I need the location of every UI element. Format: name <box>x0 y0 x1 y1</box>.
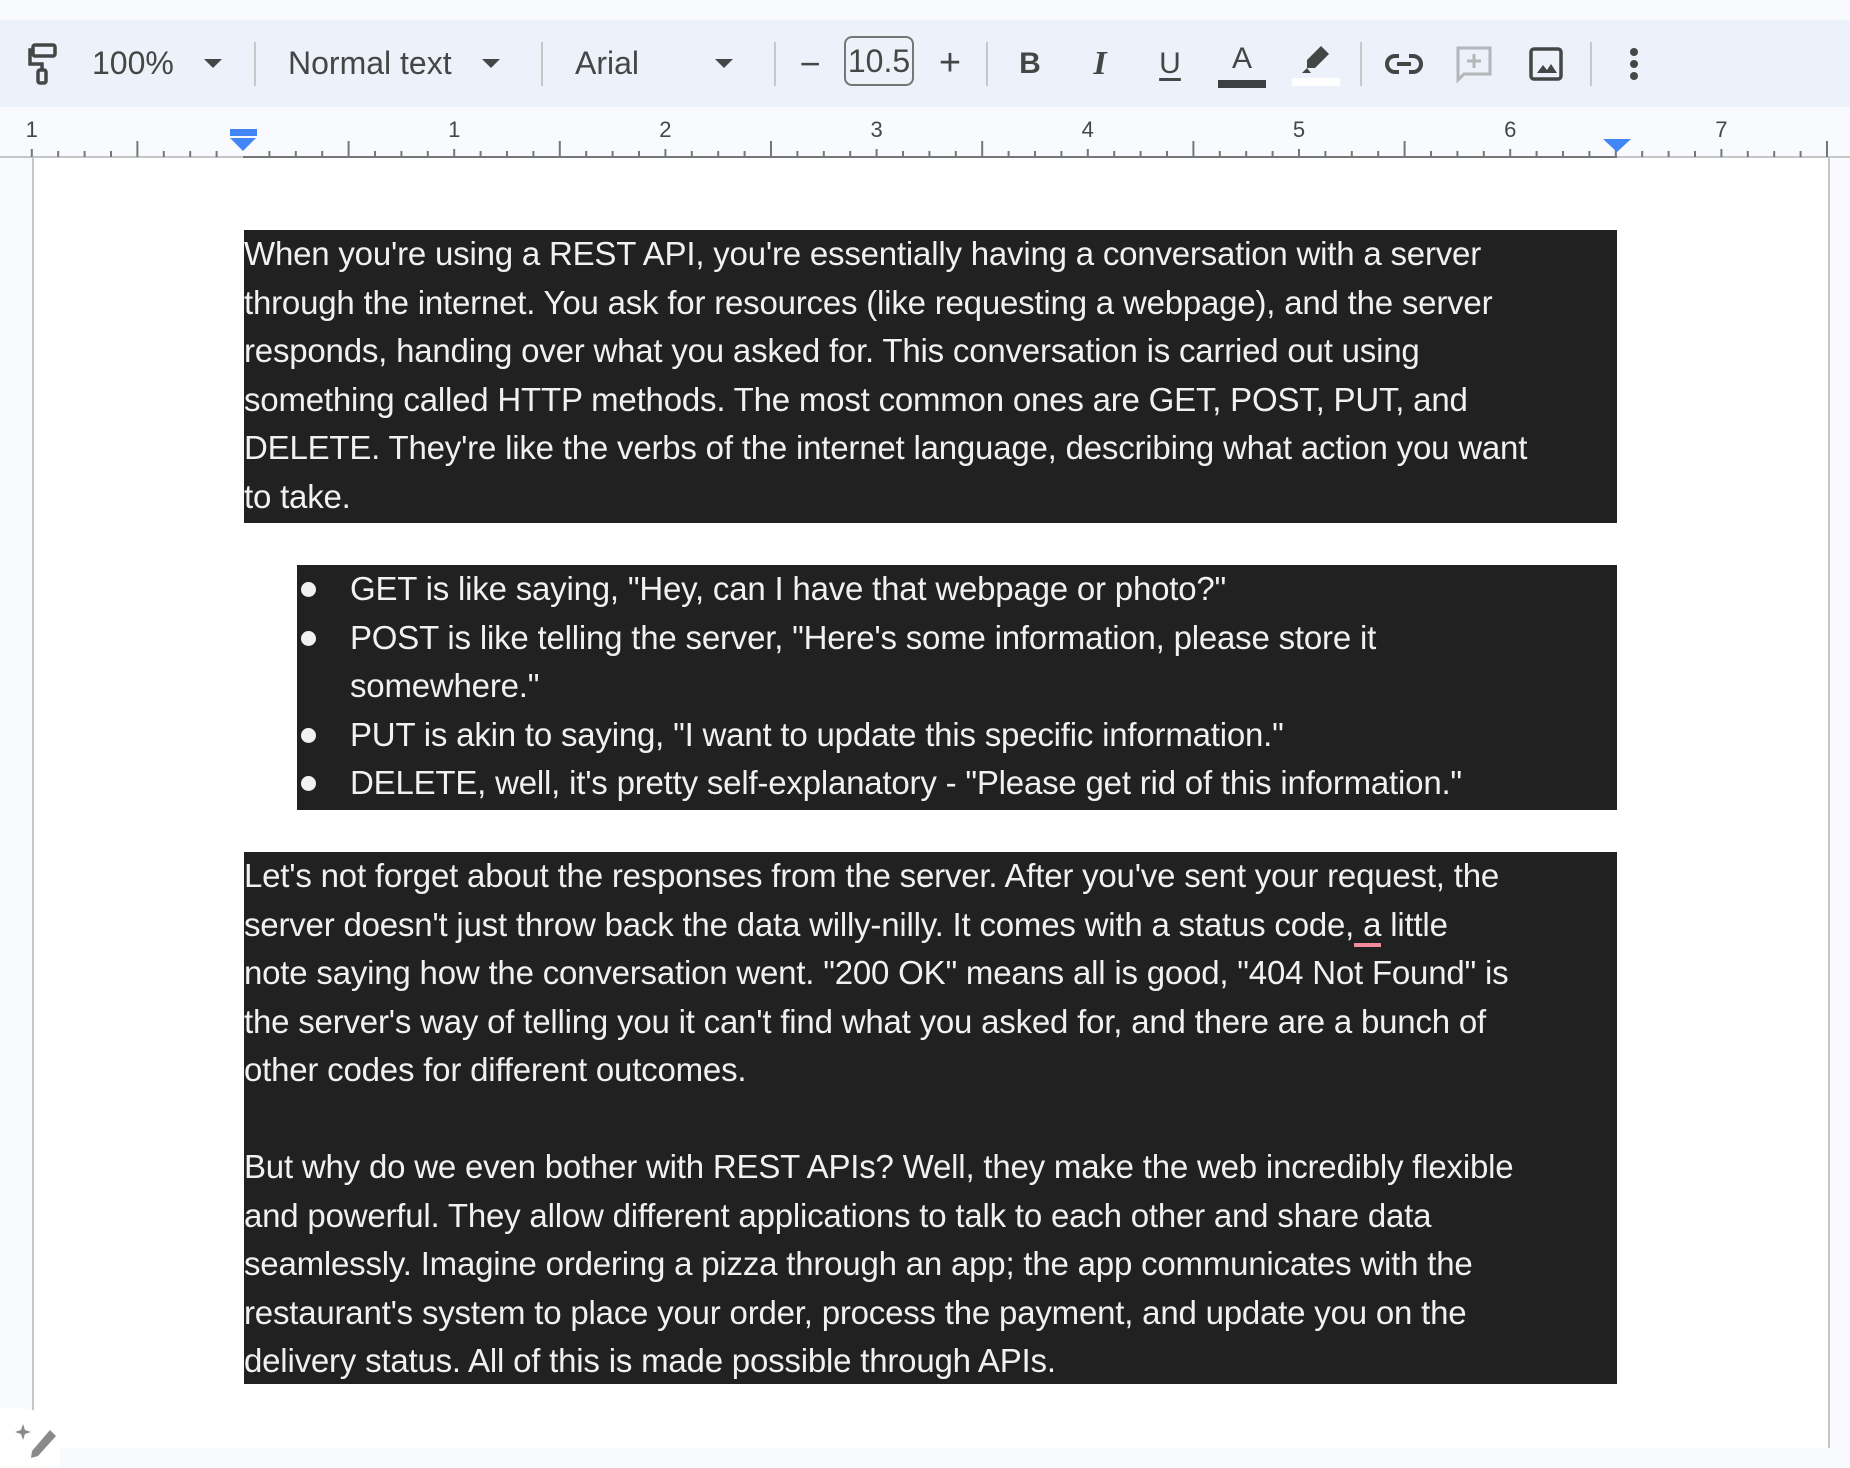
ruler-label: 1 <box>448 117 460 142</box>
highlight-color-button[interactable] <box>1290 20 1342 107</box>
style-value: Normal text <box>288 45 452 81</box>
http-methods-list[interactable]: GET is like saying, "Hey, can I have tha… <box>297 565 1617 810</box>
highlight-color-swatch <box>1292 77 1340 86</box>
bullet-icon <box>301 582 316 597</box>
list-item-text: somewhere." <box>350 667 540 704</box>
font-family-select[interactable]: Arial <box>575 20 745 107</box>
text-color-swatch <box>1218 79 1266 88</box>
text-line: restaurant's system to place your order,… <box>244 1293 1467 1331</box>
ruler-label: 1 <box>26 117 38 142</box>
text-line: Let's not forget about the responses fro… <box>244 857 1500 894</box>
more-options-button[interactable] <box>1612 20 1656 107</box>
text-line: But why do we even bother with REST APIs… <box>244 1148 1514 1185</box>
horizontal-ruler[interactable]: 1 1 2 3 4 5 6 7 <box>0 107 1850 158</box>
increase-font-size-button[interactable]: + <box>930 20 970 107</box>
text-span: little <box>1381 905 1448 943</box>
more-vert-icon <box>1630 47 1638 80</box>
chevron-down-icon <box>481 59 500 68</box>
sparkle-pen-icon <box>15 1424 56 1458</box>
ruler-label: 3 <box>870 117 882 142</box>
text-color-icon: A <box>1231 41 1252 75</box>
text-line: seamlessly. Imagine ordering a pizza thr… <box>244 1245 1473 1282</box>
bullet-icon <box>301 630 316 646</box>
font-size-input[interactable]: 10.5 <box>844 36 914 86</box>
formatting-toolbar: 100% Normal text Arial − 10.5 + B I U A <box>0 20 1850 107</box>
paragraph-style-select[interactable]: Normal text <box>288 20 513 107</box>
list-item: POST is like telling the server, "Here's… <box>297 614 1617 711</box>
highlighter-icon <box>1302 45 1329 73</box>
ruler-scale: 1 1 2 3 4 5 6 7 <box>0 117 1850 158</box>
first-line-indent-icon <box>230 129 257 136</box>
left-indent-marker[interactable] <box>230 129 257 157</box>
decrease-font-size-button[interactable]: − <box>792 20 828 107</box>
top-strip <box>0 0 1850 20</box>
toolbar-divider <box>1590 42 1592 86</box>
text-line: responds, handing over what you asked fo… <box>244 332 1420 369</box>
underline-icon: U <box>1159 46 1181 80</box>
list-item-text: PUT is akin to saying, "I want to update… <box>350 715 1284 753</box>
paint-roller-icon <box>28 42 57 85</box>
link-icon <box>1385 53 1423 74</box>
font-size-value: 10.5 <box>847 42 911 79</box>
italic-icon: I <box>1093 44 1107 82</box>
italic-button[interactable]: I <box>1080 20 1120 107</box>
minus-icon: − <box>799 42 821 84</box>
paragraphs-2-3[interactable]: Let's not forget about the responses fro… <box>244 852 1617 1384</box>
ruler-label: 2 <box>659 117 671 142</box>
ruler-label: 5 <box>1293 117 1305 142</box>
text-line: and powerful. They allow different appli… <box>244 1196 1432 1234</box>
spelling-suggestion[interactable]: a <box>1354 905 1381 947</box>
bold-button[interactable]: B <box>1010 20 1050 107</box>
list-item-text: POST is like telling the server, "Here's… <box>350 618 1377 656</box>
text-color-button[interactable]: A <box>1216 20 1268 107</box>
list-item-text: GET is like saying, "Hey, can I have tha… <box>350 570 1227 607</box>
toolbar-divider <box>541 42 543 86</box>
zoom-value: 100% <box>92 45 174 81</box>
chevron-down-icon <box>715 59 733 68</box>
ruler-label: 4 <box>1082 117 1094 142</box>
list-item: GET is like saying, "Hey, can I have tha… <box>297 565 1617 614</box>
text-line: something called HTTP methods. The most … <box>244 380 1468 418</box>
document-page[interactable]: When you're using a REST API, you're ess… <box>32 158 1830 1448</box>
text-line: DELETE. They're like the verbs of the in… <box>244 429 1528 466</box>
list-item: DELETE, well, it's pretty self-explanato… <box>297 759 1617 808</box>
insert-image-icon <box>1529 46 1563 81</box>
toolbar-divider <box>1360 42 1362 86</box>
text-line: When you're using a REST API, you're ess… <box>244 235 1481 272</box>
empty-line <box>244 1095 1617 1144</box>
list-item-text: DELETE, well, it's pretty self-explanato… <box>350 764 1462 801</box>
paragraph-1[interactable]: When you're using a REST API, you're ess… <box>244 230 1617 523</box>
add-comment-button[interactable] <box>1452 20 1496 107</box>
text-line: through the internet. You ask for resour… <box>244 283 1493 321</box>
indent-triangle-icon <box>230 138 256 151</box>
text-line: delivery status. All of this is made pos… <box>244 1342 1056 1379</box>
plus-icon: + <box>938 42 962 84</box>
chevron-down-icon <box>203 59 222 68</box>
font-value: Arial <box>575 45 640 81</box>
add-comment-icon <box>1456 46 1492 83</box>
list-item: PUT is akin to saying, "I want to update… <box>297 711 1617 760</box>
insert-image-button[interactable] <box>1524 20 1568 107</box>
toolbar-divider <box>254 42 256 86</box>
insert-link-button[interactable] <box>1382 20 1426 107</box>
ruler-label: 7 <box>1715 117 1727 142</box>
text-span: server doesn't just throw back the data … <box>244 905 1355 943</box>
text-line: the server's way of telling you it can't… <box>244 1002 1486 1040</box>
ruler-label: 6 <box>1504 117 1516 142</box>
text-line: note saying how the conversation went. "… <box>244 954 1509 991</box>
bold-icon: B <box>1019 46 1041 80</box>
text-line: server doesn't just throw back the data … <box>244 901 1617 950</box>
paint-format-button[interactable] <box>20 20 64 107</box>
bullet-icon <box>301 727 316 743</box>
toolbar-divider <box>986 42 988 86</box>
text-line: other codes for different outcomes. <box>244 1051 747 1088</box>
toolbar-divider <box>774 42 776 86</box>
right-indent-marker[interactable] <box>1603 139 1631 152</box>
zoom-select[interactable]: 100% <box>92 20 232 107</box>
bullet-icon <box>301 776 316 791</box>
text-line: to take. <box>244 477 351 515</box>
underline-button[interactable]: U <box>1150 20 1190 107</box>
